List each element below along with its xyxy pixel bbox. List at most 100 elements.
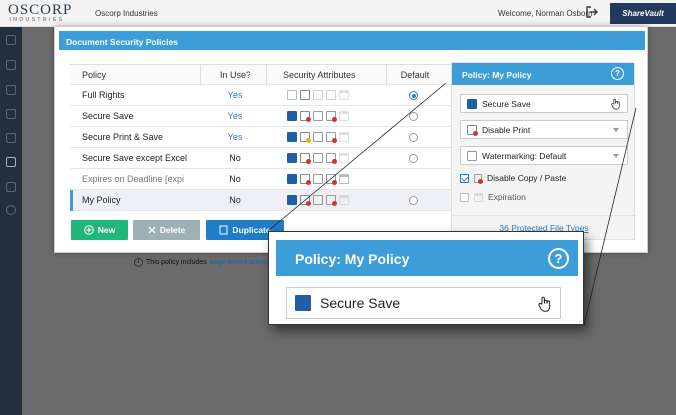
page-tracking-link[interactable]: page-level tracking <box>210 259 269 266</box>
menu-icon[interactable] <box>6 35 16 45</box>
copy-paste-checkbox[interactable] <box>460 173 469 183</box>
new-label: New <box>97 225 116 235</box>
calendar-icon[interactable] <box>6 109 16 119</box>
copy-paste-icon <box>313 132 323 142</box>
groups-icon[interactable] <box>6 133 16 143</box>
zoom-callout: Policy: My Policy ? Secure Save <box>268 231 584 325</box>
calendar-icon <box>339 153 349 163</box>
copy-paste-icon <box>313 111 323 121</box>
policy-note: i This policy includes page-level tracki… <box>134 258 268 267</box>
delete-button[interactable]: Delete <box>133 220 200 240</box>
watermark-select[interactable]: Watermarking: Default <box>460 146 628 165</box>
calendar-icon <box>339 132 349 142</box>
new-button[interactable]: New <box>71 220 128 240</box>
table-row[interactable]: Secure Save Yes <box>70 106 496 127</box>
expiration-checkbox[interactable] <box>460 192 469 202</box>
watermark-value: Watermarking: Default <box>482 150 567 161</box>
copy-paste-icon <box>474 173 483 184</box>
in-use-value: No <box>229 174 241 184</box>
secure-print-icon <box>300 132 311 143</box>
company-logo[interactable]: OSCORP INDUSTRIES <box>8 2 73 23</box>
policy-panel-title: Policy: My Policy ? <box>452 63 634 85</box>
in-use-value: No <box>229 153 241 163</box>
table-row[interactable]: Secure Print & Save Yes <box>70 127 496 148</box>
watermark-icon <box>326 195 337 206</box>
default-radio[interactable] <box>409 112 418 121</box>
table-row[interactable]: Expires on Deadline [expi No <box>70 169 496 190</box>
secure-save-icon <box>287 132 297 142</box>
users-icon[interactable] <box>6 182 16 192</box>
hand-cursor-icon <box>611 98 620 110</box>
logo-sub: INDUSTRIES <box>9 17 65 23</box>
table-row-selected[interactable]: My Policy No <box>70 190 496 211</box>
policy-name: Secure Save except Excel <box>82 153 188 163</box>
policy-name: Secure Print & Save <box>82 132 164 142</box>
left-sidebar <box>0 27 22 415</box>
top-bar: OSCORP INDUSTRIES Oscorp Industries Welc… <box>0 0 676 27</box>
expiration-icon <box>339 174 349 184</box>
security-attributes <box>287 132 349 143</box>
calendar-icon <box>339 90 349 100</box>
print-disabled-icon <box>467 124 478 136</box>
folder-icon[interactable] <box>6 85 16 95</box>
calendar-icon <box>339 111 349 121</box>
table-row[interactable]: Full Rights Yes <box>70 85 496 106</box>
download-icon <box>287 90 297 100</box>
watermark-icon <box>326 153 337 164</box>
zoom-title: Policy: My Policy ? <box>276 240 578 276</box>
help-icon[interactable]: ? <box>611 67 624 80</box>
copy-paste-icon <box>313 174 323 184</box>
calendar-icon <box>474 192 483 202</box>
secure-save-icon <box>287 195 297 205</box>
print-disabled-icon <box>300 174 311 185</box>
security-attributes <box>287 195 349 206</box>
copy-paste-checkbox-row[interactable]: Disable Copy / Paste <box>460 173 567 184</box>
documents-icon[interactable] <box>6 60 16 70</box>
print-policy-select[interactable]: Disable Print <box>460 120 628 139</box>
copy-icon <box>219 225 228 235</box>
delete-label: Delete <box>159 225 186 235</box>
history-icon[interactable] <box>6 205 16 215</box>
chevron-down-icon <box>613 128 619 132</box>
default-radio[interactable] <box>409 154 418 163</box>
secure-save-icon <box>287 174 297 184</box>
security-attributes <box>287 90 349 100</box>
default-radio[interactable] <box>409 196 418 205</box>
plus-circle-icon <box>83 225 94 235</box>
zoom-title-text: Policy: My Policy <box>295 251 410 267</box>
chevron-down-icon <box>613 154 619 158</box>
policies-table: Policy In Use? Security Attributes Defau… <box>70 64 496 211</box>
default-radio[interactable] <box>409 91 418 100</box>
policy-name: My Policy <box>82 195 121 205</box>
zoom-select-value: Secure Save <box>320 295 401 311</box>
copy-paste-icon <box>313 195 323 205</box>
policy-name: Full Rights <box>82 90 125 100</box>
column-default: Default <box>400 70 430 80</box>
duplicate-label: Duplicate <box>232 225 271 235</box>
logo-main: OSCORP <box>8 2 73 18</box>
expiration-checkbox-row[interactable]: Expiration <box>460 192 526 202</box>
policy-note-text: This policy includes <box>146 259 207 266</box>
company-name: Oscorp Industries <box>95 9 158 18</box>
print-disabled-icon <box>300 111 311 122</box>
save-policy-select[interactable]: Secure Save <box>460 94 628 113</box>
help-icon[interactable]: ? <box>548 248 569 269</box>
expiration-label: Expiration <box>488 192 526 202</box>
watermark-icon <box>326 132 337 143</box>
in-use-value: Yes <box>227 132 243 142</box>
table-row[interactable]: Secure Save except Excel No <box>70 148 496 169</box>
settings-icon[interactable] <box>6 157 16 167</box>
dialog-title: Document Security Policies <box>59 31 645 50</box>
print-icon <box>300 90 310 100</box>
watermark-icon <box>326 90 336 100</box>
logout-icon[interactable] <box>586 6 598 18</box>
print-disabled-icon <box>300 195 311 206</box>
copy-paste-label: Disable Copy / Paste <box>487 173 567 183</box>
secure-save-icon <box>287 153 297 163</box>
security-attributes <box>287 174 349 185</box>
watermark-icon <box>467 150 477 161</box>
policy-name: Expires on Deadline [expi <box>82 174 185 184</box>
column-in-use: In Use? <box>220 70 250 80</box>
default-radio[interactable] <box>409 133 418 142</box>
zoom-save-policy-select[interactable]: Secure Save <box>286 287 561 319</box>
